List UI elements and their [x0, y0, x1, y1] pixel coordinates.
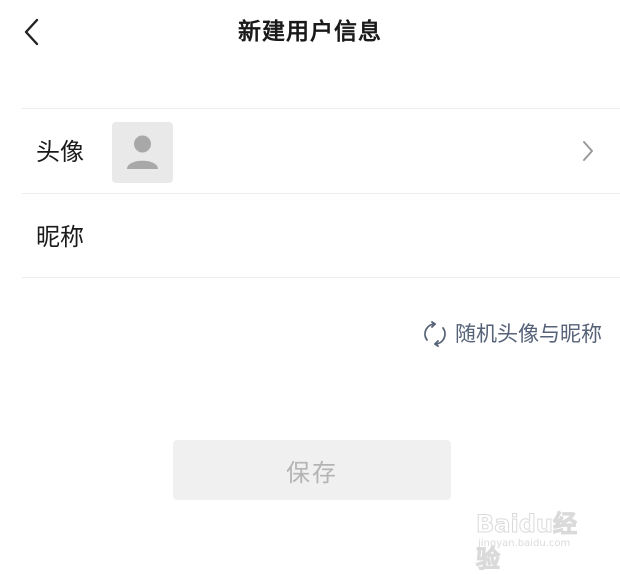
watermark: Baidu经验 jingyan.baidu.com: [470, 498, 600, 574]
nickname-row: 昵称: [22, 193, 620, 278]
refresh-icon: [424, 321, 446, 347]
watermark-url: jingyan.baidu.com: [478, 538, 571, 549]
avatar-row[interactable]: 头像: [22, 108, 620, 193]
save-button[interactable]: 保存: [173, 440, 451, 500]
nickname-input[interactable]: [122, 216, 586, 258]
page-title: 新建用户信息: [238, 19, 382, 45]
chevron-right-icon: [583, 141, 593, 161]
nav-bar: 新建用户信息: [0, 0, 620, 64]
nickname-label: 昵称: [36, 223, 84, 251]
default-avatar-icon: [127, 135, 158, 169]
random-avatar-nickname-link[interactable]: 随机头像与昵称: [423, 318, 602, 350]
random-link-label: 随机头像与昵称: [455, 322, 602, 346]
avatar[interactable]: [112, 122, 173, 183]
avatar-label: 头像: [36, 138, 84, 166]
user-info-form: 头像 昵称: [22, 108, 620, 278]
